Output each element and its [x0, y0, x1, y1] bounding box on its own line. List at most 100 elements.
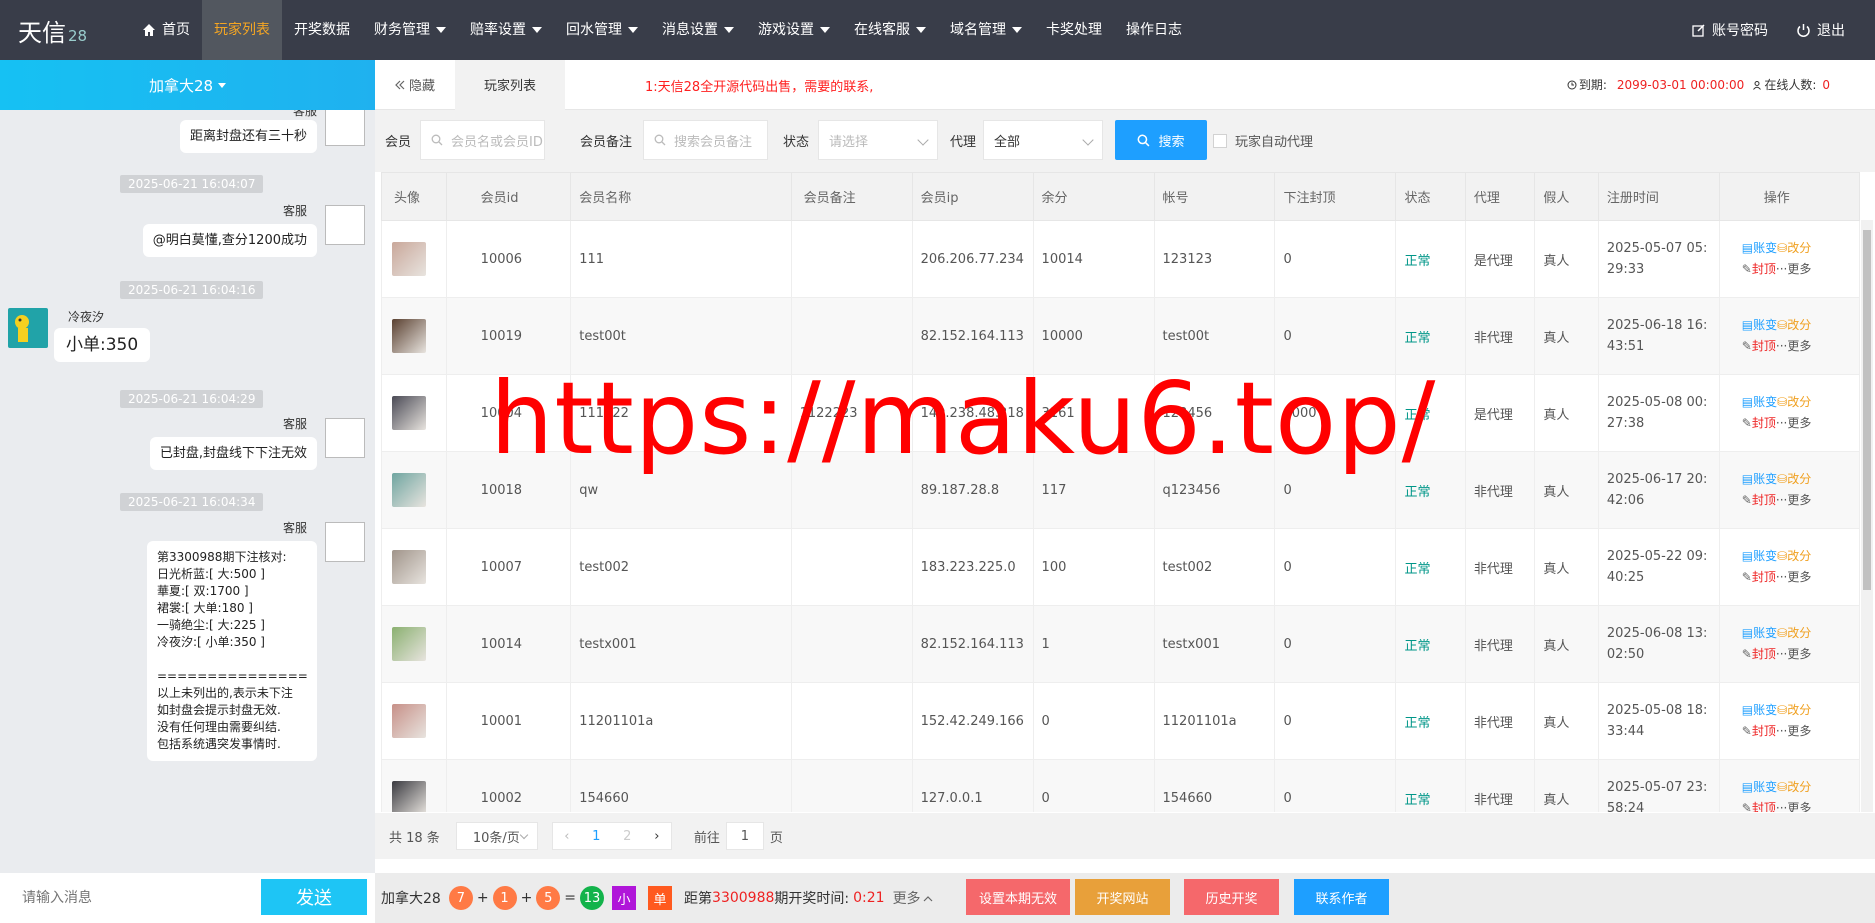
- nav-rebate[interactable]: 回水管理: [554, 0, 650, 60]
- cell-score: 0: [1032, 682, 1155, 760]
- hide-sidebar-button[interactable]: 隐藏: [375, 60, 455, 110]
- send-button[interactable]: 发送: [261, 879, 367, 915]
- message-input[interactable]: [0, 878, 240, 918]
- invalidate-period-button[interactable]: 设置本期无效: [966, 879, 1070, 915]
- edit-score-link[interactable]: ⛁改分: [1777, 703, 1811, 717]
- ban-link[interactable]: ✎封顶: [1742, 724, 1776, 738]
- bill-link[interactable]: ▤账变: [1742, 472, 1777, 486]
- ban-link[interactable]: ✎封顶: [1742, 647, 1776, 661]
- auto-agent-checkbox[interactable]: [1213, 134, 1227, 148]
- more-link[interactable]: ···更多: [1776, 416, 1811, 430]
- edit-score-link[interactable]: ⛁改分: [1777, 241, 1811, 255]
- table-scrollbar[interactable]: [1861, 220, 1873, 812]
- reg-line: 42:06: [1606, 493, 1645, 508]
- bubble-line: 没有任何理由需要纠结.: [157, 720, 281, 734]
- ops-group: ▤账变⛁改分 ✎封顶···更多: [1742, 777, 1859, 812]
- bill-link[interactable]: ▤账变: [1742, 318, 1777, 332]
- history-draws-button[interactable]: 历史开奖: [1184, 879, 1279, 915]
- edit-score-link[interactable]: ⛁改分: [1777, 472, 1811, 486]
- edit-score-link[interactable]: ⛁改分: [1777, 395, 1811, 409]
- avatar-cell: [381, 451, 447, 529]
- bill-link[interactable]: ▤账变: [1742, 549, 1777, 563]
- avatar: [392, 704, 426, 738]
- draw-website-button[interactable]: 开奖网站: [1075, 879, 1170, 915]
- remark-search-input[interactable]: 搜索会员备注: [643, 120, 768, 160]
- more-link[interactable]: ···更多: [1776, 493, 1811, 507]
- ban-link[interactable]: ✎封顶: [1742, 339, 1776, 353]
- room-selector[interactable]: 加拿大28: [0, 60, 375, 110]
- more-link[interactable]: ···更多: [1776, 724, 1811, 738]
- cell-account: 11201101a: [1153, 682, 1276, 760]
- ban-link[interactable]: ✎封顶: [1742, 493, 1776, 507]
- avatar: [392, 396, 426, 430]
- cell-ops: ▤账变⛁改分 ✎封顶···更多: [1718, 297, 1861, 375]
- bubble-line: 第3300988期下注核对:: [157, 550, 287, 564]
- account-password-link[interactable]: 账号密码: [1692, 20, 1768, 40]
- goto-input[interactable]: 1: [725, 822, 764, 850]
- bill-link[interactable]: ▤账变: [1742, 703, 1777, 717]
- next-draw-suffix: 期开奖时间:: [774, 891, 850, 907]
- edit-score-link[interactable]: ⛁改分: [1777, 549, 1811, 563]
- nav-draw-data[interactable]: 开奖数据: [282, 0, 362, 60]
- nav-stuck-draw[interactable]: 卡奖处理: [1034, 0, 1114, 60]
- agent-select[interactable]: 全部: [983, 120, 1103, 160]
- more-link[interactable]: ···更多: [1776, 801, 1811, 812]
- edit-score-link[interactable]: ⛁改分: [1777, 780, 1811, 794]
- cartoon-avatar-icon: [15, 315, 29, 342]
- bill-link[interactable]: ▤账变: [1742, 395, 1777, 409]
- cell-ops: ▤账变⛁改分 ✎封顶···更多: [1718, 451, 1861, 529]
- scrollbar-thumb[interactable]: [1863, 230, 1871, 590]
- nav-finance[interactable]: 财务管理: [362, 0, 458, 60]
- nav-game-settings[interactable]: 游戏设置: [746, 0, 842, 60]
- nav-player-list[interactable]: 玩家列表: [202, 0, 282, 60]
- nav-support[interactable]: 在线客服: [842, 0, 938, 60]
- avatar: [392, 319, 426, 353]
- bill-label: 账变: [1753, 780, 1778, 794]
- page-size-select[interactable]: 10条/页: [455, 822, 538, 850]
- chat-bubble: @明白莫懂,查分1200成功: [142, 224, 317, 257]
- nav-label: 赔率设置: [470, 22, 526, 38]
- ban-link[interactable]: ✎封顶: [1742, 801, 1776, 812]
- logo-text: 天信: [18, 18, 66, 47]
- next-page-icon[interactable]: ›: [654, 829, 659, 844]
- more-link[interactable]: ···更多: [1776, 262, 1811, 276]
- tab-player-list[interactable]: 玩家列表: [455, 59, 565, 110]
- ban-link[interactable]: ✎封顶: [1742, 262, 1776, 276]
- page-number[interactable]: 2: [623, 829, 631, 844]
- page-number-current[interactable]: 1: [592, 829, 600, 844]
- more-toggle[interactable]: 更多: [893, 888, 933, 908]
- edit-score-link[interactable]: ⛁改分: [1777, 626, 1811, 640]
- nav-oplog[interactable]: 操作日志: [1114, 0, 1194, 60]
- cell-fake: 真人: [1534, 374, 1599, 452]
- more-link[interactable]: ···更多: [1776, 570, 1811, 584]
- nav-domains[interactable]: 域名管理: [938, 0, 1034, 60]
- chat-messages[interactable]: 客服 距离封盘还有三十秒 2025-06-21 16:04:07 客服 @明白莫…: [0, 110, 375, 873]
- col-header: 会员名称: [570, 172, 792, 221]
- bill-link[interactable]: ▤账变: [1742, 626, 1777, 640]
- nav-home[interactable]: 首页: [130, 0, 202, 60]
- status-select[interactable]: 请选择: [818, 120, 938, 160]
- cell-agent: 非代理: [1464, 297, 1536, 375]
- sender-name: 冷夜汐: [68, 310, 105, 324]
- ban-link[interactable]: ✎封顶: [1742, 416, 1776, 430]
- nav-label: 在线客服: [854, 22, 910, 38]
- chat-bubble-bet-summary: 第3300988期下注核对: 日光析蓝:[ 大:500 ] 華夏:[ 双:170…: [147, 541, 317, 761]
- bill-link[interactable]: ▤账变: [1742, 780, 1777, 794]
- nav-messages[interactable]: 消息设置: [650, 0, 746, 60]
- equals-sign: =: [564, 890, 577, 906]
- search-button[interactable]: 搜索: [1115, 120, 1207, 160]
- edit-score-link[interactable]: ⛁改分: [1777, 318, 1811, 332]
- member-search-input[interactable]: 会员名或会员ID: [420, 120, 545, 160]
- ban-link[interactable]: ✎封顶: [1742, 570, 1776, 584]
- more-link[interactable]: ···更多: [1776, 339, 1811, 353]
- nav-odds[interactable]: 赔率设置: [458, 0, 554, 60]
- contact-author-button[interactable]: 联系作者: [1294, 879, 1389, 915]
- ops-group: ▤账变⛁改分 ✎封顶···更多: [1742, 700, 1859, 742]
- table-row: 10014 testx001 82.152.164.113 1 testx001 0 正常非…: [381, 605, 1861, 683]
- caret-down-icon: [724, 27, 734, 33]
- bill-link[interactable]: ▤账变: [1742, 241, 1777, 255]
- agent-value: 全部: [994, 134, 1021, 150]
- more-link[interactable]: ···更多: [1776, 647, 1811, 661]
- prev-page-icon[interactable]: ‹: [564, 829, 569, 844]
- logout-link[interactable]: 退出: [1796, 20, 1845, 40]
